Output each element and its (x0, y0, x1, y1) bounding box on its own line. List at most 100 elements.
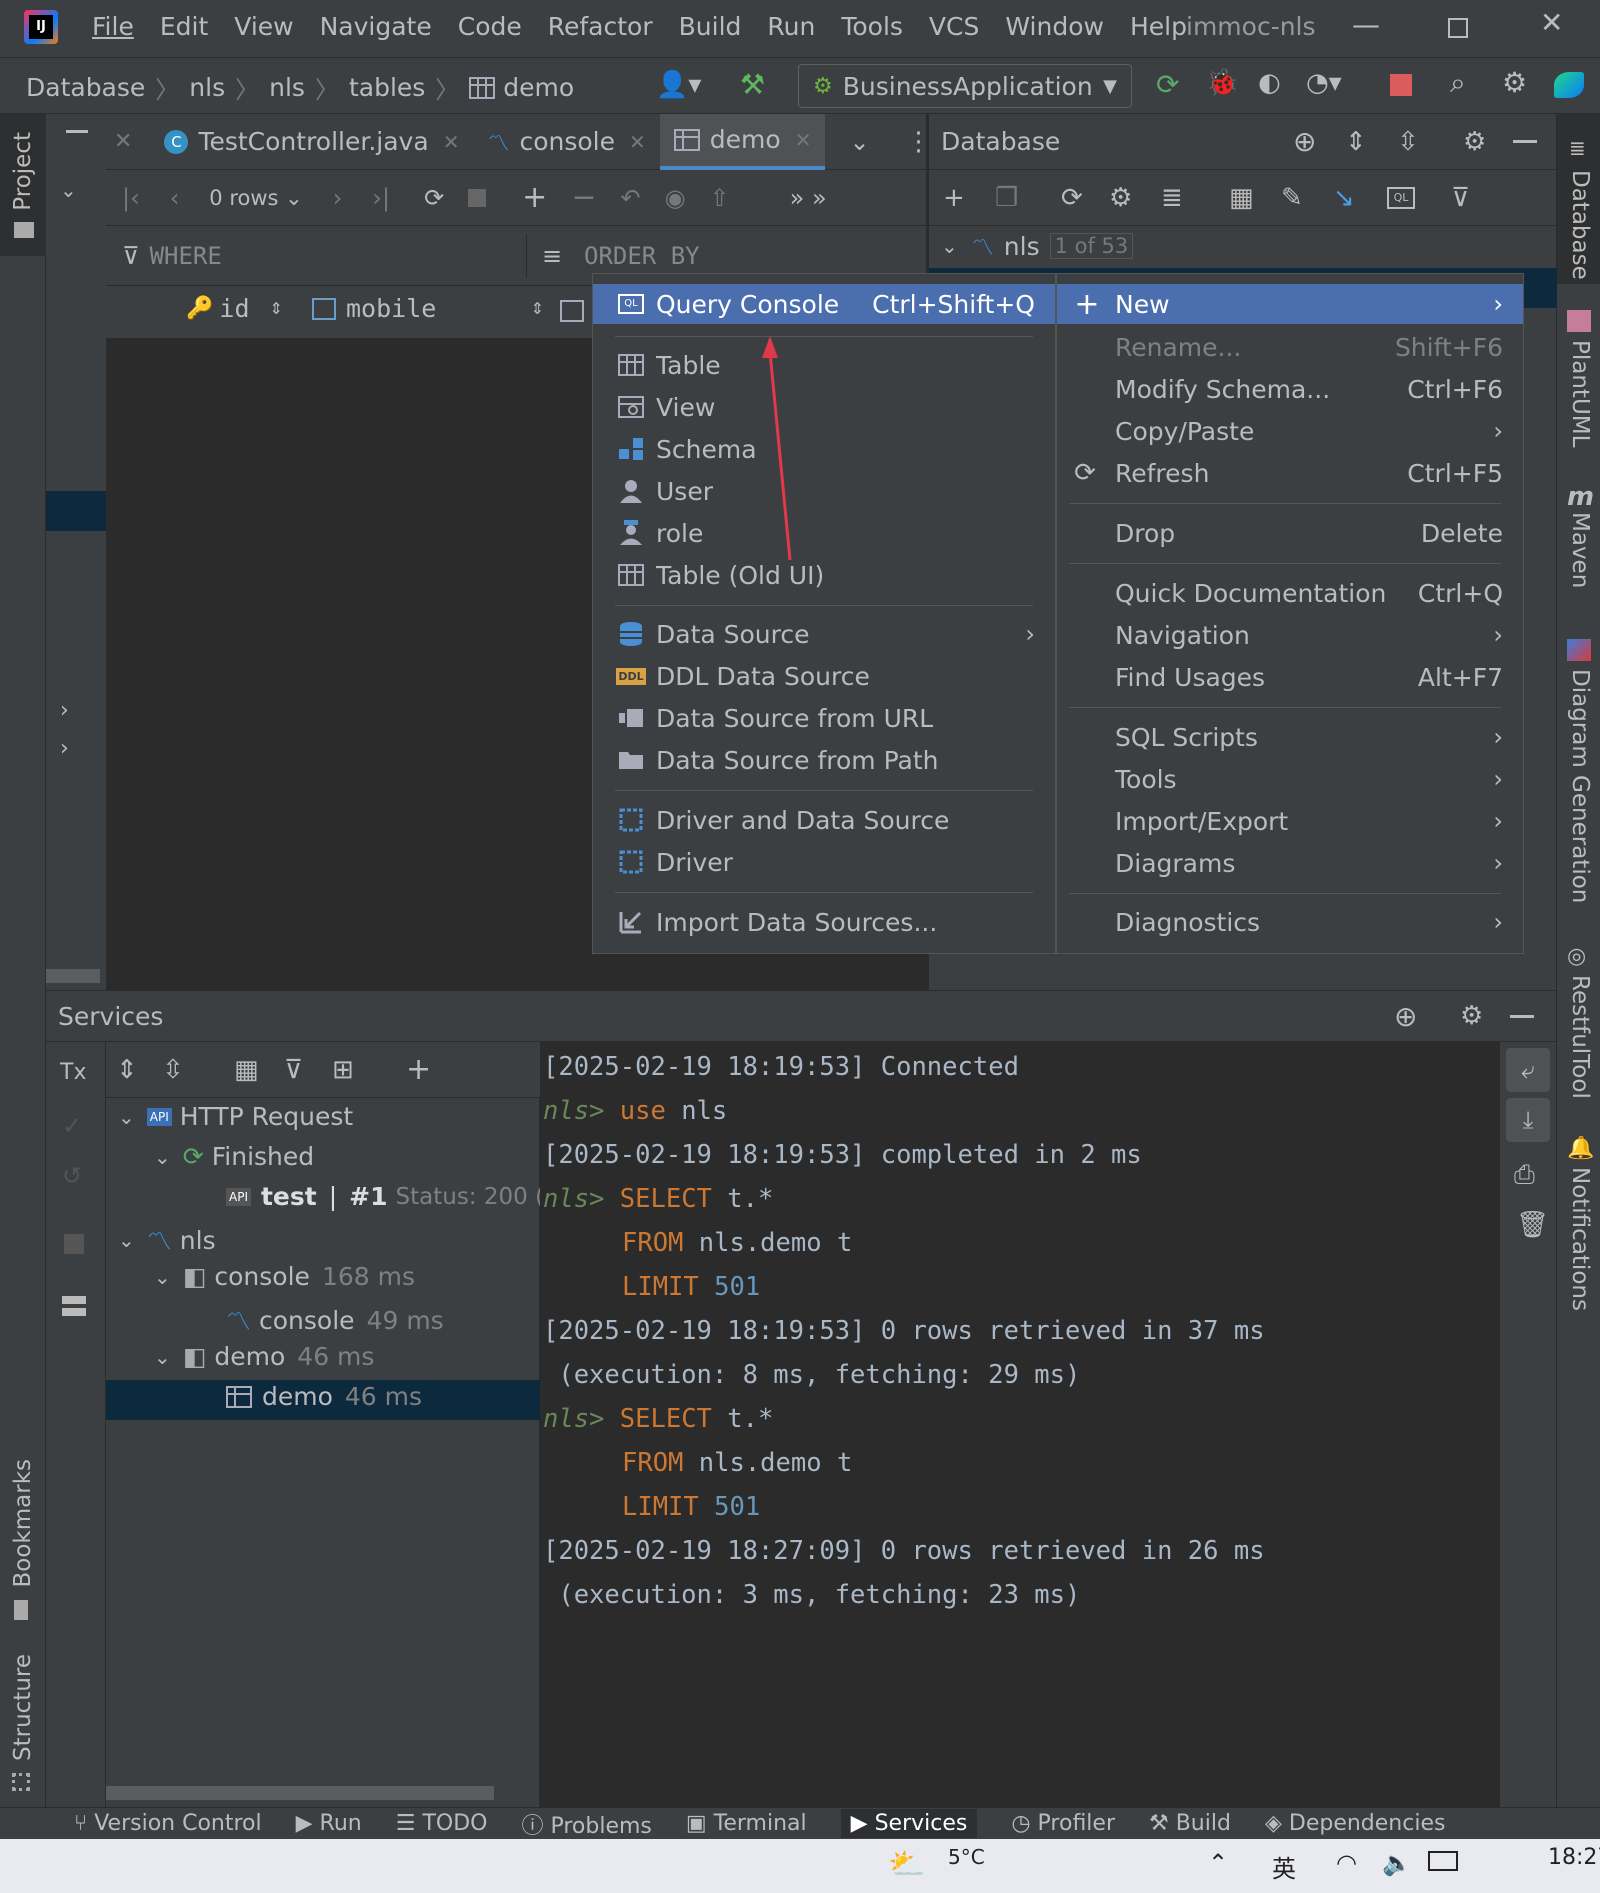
menu-item-drop[interactable]: Drop Delete (1057, 513, 1523, 553)
jump-to-source-icon[interactable]: ↘ (1333, 183, 1355, 213)
menu-refactor[interactable]: Refactor (548, 12, 653, 41)
tab-demo[interactable]: demo ✕ (659, 113, 826, 170)
table-view-icon[interactable]: ▦ (1229, 183, 1254, 213)
weather-icon[interactable]: ⛅ (888, 1847, 925, 1882)
menu-item-table[interactable]: Table (593, 345, 1055, 385)
diagram-generation-tool-window-button[interactable]: Diagram Generation (1567, 639, 1600, 907)
minimize-icon[interactable]: — (1352, 8, 1380, 41)
filter-icon[interactable]: ⊽ (1451, 183, 1470, 213)
tree-node-console-session[interactable]: ⌄ ◧ console 168 ms (154, 1262, 415, 1291)
tab-services[interactable]: ▶ Services (840, 1809, 978, 1838)
tab-todo[interactable]: ☰ TODO (396, 1811, 488, 1836)
tab-profiler[interactable]: ◷ Profiler (1011, 1811, 1115, 1836)
schema-sync-icon[interactable]: ⚙ (1109, 183, 1132, 213)
add-icon[interactable]: + (943, 183, 965, 213)
tab-problems[interactable]: ⓘ Problems (521, 1808, 651, 1840)
menu-run[interactable]: Run (767, 12, 815, 41)
collapse-all-icon[interactable]: ⇳ (162, 1055, 184, 1085)
soft-wrap-icon[interactable]: ⤶ (1506, 1048, 1550, 1092)
plantuml-tool-window-button[interactable]: PlantUML (1567, 310, 1593, 451)
rows-count-dropdown[interactable]: 0 rows ⌄ (209, 186, 302, 210)
menu-item-user[interactable]: User (593, 471, 1055, 511)
more-actions-icon[interactable]: » » (790, 184, 827, 212)
locate-icon[interactable]: ⊕ (1394, 1000, 1417, 1033)
settings-gear-icon[interactable]: ⚙ (1460, 1001, 1483, 1031)
close-tabs-icon[interactable]: ✕ (114, 129, 132, 154)
tree-node-demo[interactable]: demo 46 ms (226, 1382, 422, 1411)
menu-item-view[interactable]: View (593, 387, 1055, 427)
build-hammer-icon[interactable]: ⚒ (740, 68, 765, 101)
plugin-logo-icon[interactable] (1554, 72, 1584, 98)
tab-build[interactable]: ⚒ Build (1149, 1811, 1231, 1836)
menu-navigate[interactable]: Navigate (320, 12, 432, 41)
close-icon[interactable]: ✕ (629, 130, 646, 154)
tab-version-control[interactable]: ⑂ Version Control (74, 1811, 262, 1836)
rollback-icon[interactable]: ↺ (62, 1162, 82, 1190)
revert-icon[interactable]: ↶ (620, 184, 640, 212)
menu-item-driver-and-data-source[interactable]: Driver and Data Source (593, 800, 1055, 840)
chevron-up-icon[interactable]: ⌃ (1208, 1849, 1228, 1877)
menu-item-table-old-ui[interactable]: Table (Old UI) (593, 555, 1055, 595)
hide-icon[interactable] (1513, 140, 1537, 143)
notifications-tool-window-button[interactable]: 🔔 Notifications (1567, 1136, 1594, 1315)
sort-toggle-icon[interactable]: ⇕ (270, 299, 283, 318)
tab-testcontroller[interactable]: C TestController.java ✕ (150, 114, 473, 170)
menu-build[interactable]: Build (679, 12, 742, 41)
settings-gear-icon[interactable]: ⚙ (1463, 127, 1486, 157)
settings-gear-icon[interactable]: ⚙ (1502, 66, 1527, 99)
transaction-mode-button[interactable]: Tx (60, 1060, 86, 1085)
menu-view[interactable]: View (234, 12, 293, 41)
first-page-icon[interactable]: |‹ (122, 184, 140, 212)
database-tool-window-button[interactable]: ≣ Database (1557, 114, 1600, 284)
tree-node-nls[interactable]: ⌄ 〽 nls 1 of 53 (941, 230, 1134, 262)
menu-tools[interactable]: Tools (841, 12, 903, 41)
battery-icon[interactable] (1428, 1851, 1458, 1871)
menu-item-schema[interactable]: Schema (593, 429, 1055, 469)
prev-page-icon[interactable]: ‹ (170, 184, 180, 212)
wifi-icon[interactable]: ◠ (1336, 1849, 1357, 1877)
close-window-icon[interactable]: ✕ (1540, 6, 1563, 39)
reload-icon[interactable]: ⟳ (424, 184, 444, 212)
tree-node-finished[interactable]: ⌄ ⟳ Finished (154, 1142, 314, 1171)
collapse-icon[interactable] (66, 130, 88, 133)
menu-item-data-source[interactable]: Data Source › (593, 614, 1055, 654)
hide-icon[interactable] (1510, 1014, 1534, 1018)
menu-item-navigation[interactable]: Navigation › (1057, 615, 1523, 655)
last-page-icon[interactable]: ›| (372, 184, 390, 212)
menu-item-import-export[interactable]: Import/Export › (1057, 801, 1523, 841)
menu-help[interactable]: Help (1130, 12, 1187, 41)
search-icon[interactable]: ⌕ (1450, 66, 1466, 100)
menu-file[interactable]: File (92, 12, 134, 41)
restfultool-tool-window-button[interactable]: ◎ RestfulTool (1567, 944, 1593, 1103)
volume-icon[interactable]: 🔈 (1382, 1849, 1412, 1877)
trash-icon[interactable]: 🗑 (1516, 1210, 1549, 1240)
commit-icon[interactable]: ✓ (62, 1112, 82, 1140)
maven-tool-window-button[interactable]: m Maven (1567, 482, 1594, 592)
menu-item-diagrams[interactable]: Diagrams › (1057, 843, 1523, 883)
tree-node-demo-session[interactable]: ⌄ ◧ demo 46 ms (154, 1342, 374, 1371)
layout-icon[interactable] (62, 1296, 86, 1316)
scrollbar[interactable] (46, 969, 100, 983)
menu-vcs[interactable]: VCS (929, 12, 979, 41)
menu-item-tools[interactable]: Tools › (1057, 759, 1523, 799)
sort-toggle-icon[interactable]: ⇕ (531, 299, 544, 318)
tab-console[interactable]: 〽 console ✕ (473, 114, 659, 170)
column-header-mobile[interactable]: mobile ⇕ (312, 294, 544, 323)
structure-tool-window-button[interactable]: Structure (10, 1654, 36, 1791)
datasource-properties-icon[interactable]: ≣ (1161, 183, 1183, 213)
chevron-down-icon[interactable]: ⌄ (60, 178, 77, 202)
submit-icon[interactable]: ⇧ (710, 184, 730, 212)
ime-indicator[interactable]: 英 (1272, 1849, 1296, 1884)
breadcrumb-nls-schema[interactable]: nls (269, 73, 305, 102)
chevron-right-icon[interactable]: › (60, 736, 69, 761)
menu-item-find-usages[interactable]: Find Usages Alt+F7 (1057, 657, 1523, 697)
run-config-select[interactable]: ⚙ BusinessApplication ▼ (798, 64, 1132, 108)
menu-item-ddl-data-source[interactable]: DDL DDL Data Source (593, 656, 1055, 696)
order-by-input[interactable]: ORDER BY (584, 242, 700, 270)
where-filter-input[interactable]: WHERE (150, 242, 222, 270)
copy-icon[interactable]: ❐ (995, 183, 1018, 213)
breadcrumb-nls[interactable]: nls (189, 73, 225, 102)
breadcrumb-demo[interactable]: demo (503, 73, 574, 102)
chevron-right-icon[interactable]: › (60, 698, 69, 723)
delete-row-icon[interactable]: − (571, 180, 596, 215)
